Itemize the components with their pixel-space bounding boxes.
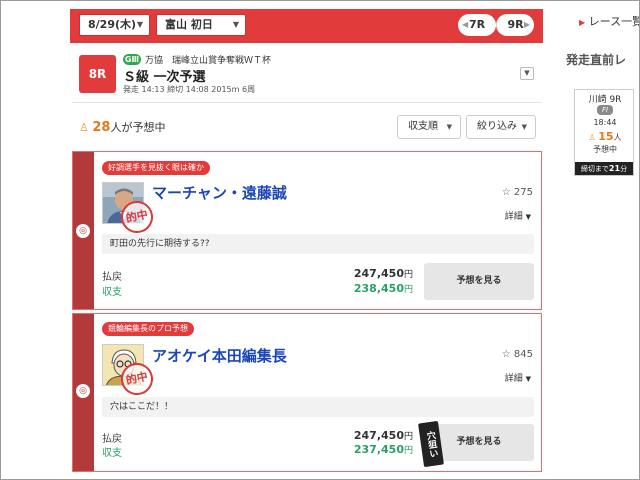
divider bbox=[72, 102, 542, 103]
detail-toggle-label: 詳細 bbox=[504, 374, 523, 384]
race-nav-bar: 8/29(木) ▼ 富山 初日 ▼ ◀ 7R 9R ▶ bbox=[70, 9, 543, 43]
currency-unit: 円 bbox=[403, 446, 413, 456]
chevron-right-icon: ▶ bbox=[579, 18, 586, 27]
upcoming-race-grade: FⅠ bbox=[597, 105, 613, 115]
predictor-name-link[interactable]: マーチャン・遠藤誠 bbox=[152, 182, 287, 203]
card-strip: ◎ bbox=[73, 152, 94, 309]
upcoming-race-count-suffix: 人 bbox=[613, 133, 622, 142]
chevron-down-icon: ▼ bbox=[136, 20, 143, 29]
target-icon: ◎ bbox=[76, 224, 90, 238]
race-list-label: レース一覧 bbox=[588, 15, 640, 28]
detail-toggle-label: 詳細 bbox=[504, 212, 523, 222]
currency-unit: 円 bbox=[403, 285, 413, 295]
profit-value: 238,450 bbox=[353, 282, 404, 295]
profit-label: 収支 bbox=[102, 448, 122, 459]
race-title: Ｓ級 一次予選 bbox=[123, 70, 206, 85]
filter-dropdown[interactable]: 絞り込み ▼ bbox=[466, 115, 536, 139]
race-schedule-info: 発走 14:13 締切 14:08 2015m 6周 bbox=[123, 85, 256, 94]
predictor-tagline: 競輪編集長のプロ予想 bbox=[102, 322, 194, 336]
currency-unit: 円 bbox=[403, 270, 413, 280]
predictor-count: ♙ 28人が予想中 bbox=[79, 119, 165, 135]
race-series-title: 万協 瑞峰立山賞争奪戦ＷＴ杯 bbox=[145, 56, 272, 66]
payout-label: 払戻 bbox=[102, 434, 122, 445]
chevron-down-icon: ▼ bbox=[232, 20, 239, 29]
payout-amount: 247,450円 bbox=[354, 267, 413, 280]
upcoming-race-time: 18:44 bbox=[593, 118, 617, 127]
payout-value: 247,450 bbox=[353, 267, 404, 280]
favorite-count[interactable]: ☆ 845 bbox=[502, 349, 533, 360]
upcoming-race-count-value: 15 bbox=[598, 130, 614, 143]
user-icon: ♙ bbox=[79, 121, 89, 134]
prediction-card: ◎ 競輪編集長のプロ予想 的中 アオケイ本田編集長 ☆ 845 詳細 ▼ 穴はこ… bbox=[72, 313, 542, 472]
upcoming-race-predicting-label: 予想中 bbox=[593, 145, 617, 154]
deadline-countdown: 締切まで21分 bbox=[575, 162, 633, 175]
user-icon: ♙ bbox=[588, 133, 596, 142]
target-icon: ◎ bbox=[76, 384, 90, 398]
upcoming-race-track: 川崎 9R bbox=[588, 95, 622, 105]
prev-race-label: 7R bbox=[468, 18, 486, 31]
detail-toggle[interactable]: 詳細 ▼ bbox=[505, 209, 531, 222]
deadline-prefix: 締切まで bbox=[580, 165, 609, 173]
chevron-down-icon: ▼ bbox=[525, 375, 531, 383]
race-list-link[interactable]: ▶ レース一覧 bbox=[579, 13, 640, 29]
next-race-button[interactable]: 9R ▶ bbox=[496, 14, 534, 36]
payout-label: 払戻 bbox=[102, 272, 122, 283]
upcoming-race-card[interactable]: 川崎 9R FⅠ 18:44 ♙ 15人 予想中 締切まで21分 bbox=[574, 89, 634, 176]
prediction-comment: 穴はここだ！！ bbox=[102, 397, 534, 417]
chevron-left-icon: ◀ bbox=[462, 20, 469, 29]
profit-amount: 237,450円 bbox=[354, 443, 413, 456]
prediction-comment: 町田の先行に期待する?? bbox=[102, 234, 534, 254]
date-select[interactable]: 8/29(木) ▼ bbox=[79, 14, 150, 36]
grade-badge: GⅢ bbox=[123, 54, 141, 65]
prediction-card: ◎ 好調選手を見抜く眼は確か 的中 マーチャン・遠藤誠 ☆ 275 詳細 ▼ 町… bbox=[72, 151, 542, 310]
upcoming-race-predictor-count: ♙ 15人 bbox=[575, 130, 635, 143]
chevron-down-icon: ▼ bbox=[446, 123, 452, 131]
predictor-name-link[interactable]: アオケイ本田編集長 bbox=[152, 345, 287, 366]
detail-toggle[interactable]: 詳細 ▼ bbox=[505, 371, 531, 384]
profit-amount: 238,450円 bbox=[354, 282, 413, 295]
star-icon: ☆ bbox=[501, 187, 511, 198]
chevron-down-icon: ▼ bbox=[521, 123, 527, 131]
track-select-value: 富山 初日 bbox=[165, 18, 213, 31]
predictor-count-value: 28 bbox=[92, 120, 111, 135]
upcoming-races-heading: 発走直前レ bbox=[566, 53, 627, 67]
profit-value: 237,450 bbox=[353, 443, 404, 456]
profit-label: 収支 bbox=[102, 287, 122, 298]
filter-dropdown-label: 絞り込み bbox=[477, 121, 517, 132]
predictor-tagline: 好調選手を見抜く眼は確か bbox=[102, 161, 210, 175]
currency-unit: 円 bbox=[403, 432, 413, 442]
favorite-count-value: 845 bbox=[513, 349, 533, 360]
track-select[interactable]: 富山 初日 ▼ bbox=[156, 14, 246, 36]
payout-amount: 247,450円 bbox=[354, 429, 413, 442]
date-select-value: 8/29(木) bbox=[88, 18, 137, 31]
chevron-right-icon: ▶ bbox=[523, 20, 530, 29]
card-strip: ◎ bbox=[73, 314, 94, 471]
favorite-count[interactable]: ☆ 275 bbox=[502, 187, 533, 198]
favorite-count-value: 275 bbox=[513, 187, 533, 198]
chevron-down-icon: ▼ bbox=[525, 213, 531, 221]
sort-dropdown-label: 収支順 bbox=[408, 121, 438, 132]
star-icon: ☆ bbox=[501, 349, 511, 360]
next-race-label: 9R bbox=[507, 18, 524, 31]
race-predictions-page: 8/29(木) ▼ 富山 初日 ▼ ◀ 7R 9R ▶ 8R GⅢ 万協 瑞峰立… bbox=[0, 0, 640, 480]
payout-value: 247,450 bbox=[353, 429, 404, 442]
sort-dropdown[interactable]: 収支順 ▼ bbox=[397, 115, 461, 139]
race-number-badge: 8R bbox=[79, 55, 116, 93]
view-prediction-button[interactable]: 予想を見る bbox=[424, 263, 534, 300]
expand-race-info-button[interactable]: ▼ bbox=[520, 67, 534, 80]
prev-race-button[interactable]: ◀ 7R bbox=[458, 14, 496, 36]
deadline-value: 21 bbox=[608, 164, 621, 173]
predictor-count-suffix: 人が予想中 bbox=[110, 121, 166, 134]
deadline-suffix: 分 bbox=[620, 165, 628, 173]
